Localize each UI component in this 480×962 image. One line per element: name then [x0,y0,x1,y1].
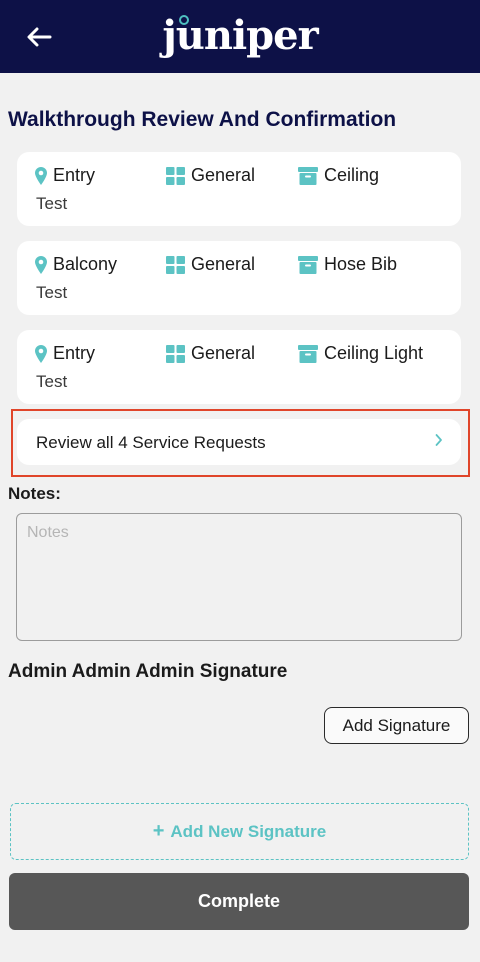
notes-label: Notes: [8,484,61,503]
notes-field[interactable] [16,513,462,641]
description-text: Test [36,372,68,391]
category-label: General [191,165,256,185]
review-all-service-requests-button[interactable]: Review all 4 Service Requests [17,419,461,465]
category-field: General [166,343,255,364]
signature-label: Admin Admin Admin Signature [8,661,288,682]
item-field: Ceiling [298,165,379,186]
add-signature-button[interactable]: Add Signature [324,707,469,744]
description-text: Test [36,283,68,302]
add-new-signature-label: Add New Signature [170,821,327,841]
location-field: Entry [35,343,95,364]
service-request-card[interactable]: Entry General Ceiling Light Test [17,330,461,404]
grid-icon [166,166,185,185]
service-request-card[interactable]: Entry General Ceiling Test [17,152,461,226]
category-label: General [191,343,256,363]
chevron-right-icon [435,434,442,446]
map-pin-icon [35,255,47,274]
category-label: General [191,254,256,274]
archive-box-icon [298,255,318,274]
app-header: juniper [0,0,480,73]
plus-icon: + [152,820,165,842]
location-label: Entry [53,165,96,185]
complete-button[interactable]: Complete [9,873,469,930]
logo-dot-icon [179,15,189,25]
page-title: Walkthrough Review And Confirmation [8,108,397,131]
grid-icon [166,255,185,274]
service-request-card[interactable]: Balcony General Hose Bib Test [17,241,461,315]
location-field: Entry [35,165,95,186]
map-pin-icon [35,166,47,185]
item-label: Ceiling Light [324,343,424,363]
archive-box-icon [298,344,318,363]
item-field: Ceiling Light [298,343,423,364]
category-field: General [166,254,255,275]
add-new-signature-button[interactable]: + Add New Signature [10,803,469,860]
location-label: Entry [53,343,96,363]
grid-icon [166,344,185,363]
map-pin-icon [35,344,47,363]
location-label: Balcony [53,254,118,274]
item-label: Ceiling [324,165,380,185]
location-field: Balcony [35,254,117,275]
app-logo: juniper [162,12,318,59]
item-label: Hose Bib [324,254,398,274]
item-field: Hose Bib [298,254,397,275]
archive-box-icon [298,166,318,185]
description-text: Test [36,194,68,213]
category-field: General [166,165,255,186]
review-all-label: Review all 4 Service Requests [36,433,266,452]
